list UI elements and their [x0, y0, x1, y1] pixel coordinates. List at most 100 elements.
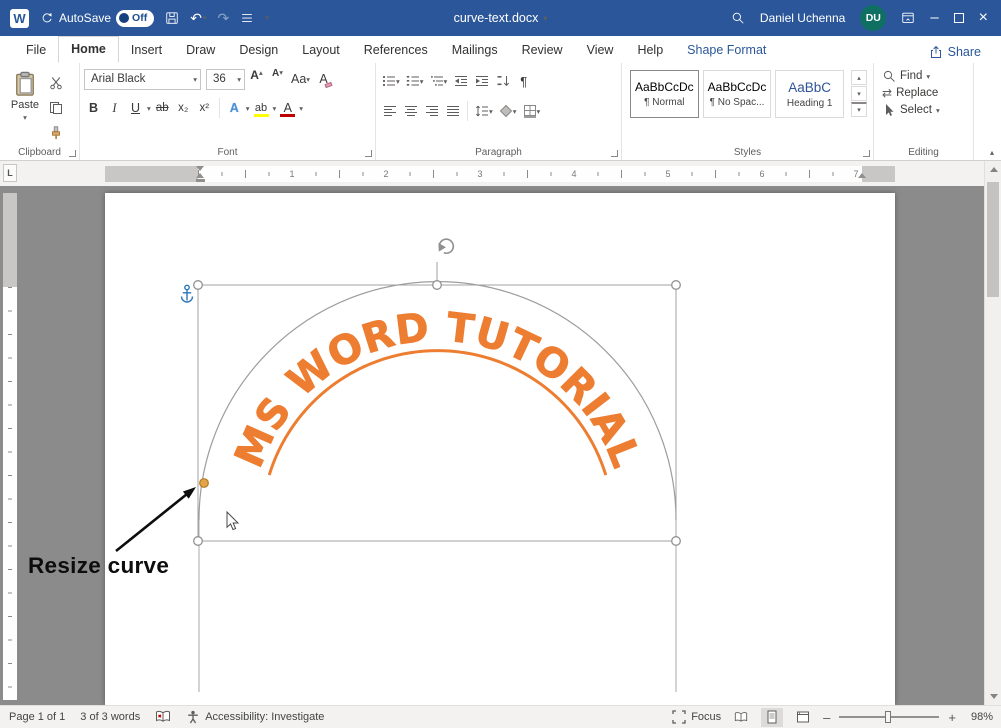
font-name-dropdown-icon[interactable]: ▾ — [193, 75, 197, 84]
paste-dropdown-icon[interactable]: ▾ — [23, 113, 27, 122]
tab-file[interactable]: File — [14, 38, 58, 63]
word-count[interactable]: 3 of 3 words — [80, 711, 140, 723]
sort-button[interactable] — [493, 70, 512, 92]
tab-design[interactable]: Design — [227, 38, 290, 63]
copy-button[interactable] — [46, 97, 65, 118]
bold-button[interactable]: B — [84, 97, 103, 119]
font-size-dropdown-icon[interactable]: ▾ — [237, 75, 241, 84]
undo-button[interactable]: ↶ ▾ — [190, 10, 206, 27]
tab-references[interactable]: References — [352, 38, 440, 63]
tab-review[interactable]: Review — [510, 38, 575, 63]
autosave-pill[interactable]: Off — [116, 10, 154, 27]
paragraph-dialog-launcher[interactable] — [611, 150, 618, 157]
zoom-level[interactable]: 98% — [965, 711, 993, 723]
font-size-combo[interactable]: 36 ▾ — [206, 69, 245, 90]
save-button[interactable] — [165, 11, 179, 25]
document-page[interactable] — [105, 193, 895, 705]
tab-layout[interactable]: Layout — [290, 38, 352, 63]
styles-dialog-launcher[interactable] — [863, 150, 870, 157]
find-button[interactable]: Find ▾ — [882, 69, 969, 83]
avatar[interactable]: DU — [860, 5, 886, 31]
paste-button[interactable]: Paste ▾ — [4, 68, 46, 144]
increase-indent-button[interactable] — [472, 70, 491, 92]
right-indent-marker[interactable] — [858, 173, 866, 178]
qat-customize-button[interactable]: ▾ — [265, 14, 269, 22]
vertical-ruler[interactable] — [3, 193, 17, 700]
font-color-button[interactable]: A — [278, 97, 297, 119]
undo-dropdown-icon[interactable]: ▾ — [203, 14, 207, 22]
tab-shape-format[interactable]: Shape Format — [675, 38, 778, 63]
search-icon[interactable] — [731, 11, 745, 25]
zoom-out-button[interactable]: – — [823, 710, 830, 725]
font-color-dropdown-icon[interactable]: ▾ — [299, 104, 303, 113]
styles-scroll-up[interactable]: ▴ — [851, 70, 867, 85]
text-effects-dropdown-icon[interactable]: ▾ — [246, 104, 250, 113]
borders-button[interactable]: ▾ — [521, 100, 543, 122]
ribbon-display-options-icon[interactable] — [901, 11, 915, 25]
shading-button[interactable]: ▾ — [497, 100, 519, 122]
clipboard-dialog-launcher[interactable] — [69, 150, 76, 157]
strikethrough-button[interactable]: ab — [153, 97, 172, 119]
style-heading1[interactable]: AaBbC Heading 1 — [775, 70, 844, 118]
document-title[interactable]: curve-text.docx ▾ — [454, 0, 548, 36]
text-effects-button[interactable]: A — [225, 97, 244, 119]
read-mode-button[interactable] — [730, 708, 752, 727]
scroll-down-button[interactable] — [985, 688, 1001, 705]
bullets-button[interactable]: ▾ — [380, 70, 402, 92]
tab-stop-selector[interactable]: L — [3, 164, 17, 182]
line-spacing-button[interactable]: ▾ — [473, 100, 495, 122]
style-normal[interactable]: AaBbCcDc ¶ Normal — [630, 70, 699, 118]
styles-gallery-more[interactable]: ▾ — [851, 102, 867, 117]
word-app-icon[interactable]: W — [10, 9, 29, 28]
zoom-slider[interactable] — [839, 716, 939, 719]
grow-font-button[interactable]: A ▴ — [247, 68, 266, 90]
accessibility-status[interactable]: Accessibility: Investigate — [186, 710, 324, 724]
print-layout-button[interactable] — [761, 708, 783, 727]
tab-draw[interactable]: Draw — [174, 38, 227, 63]
underline-dropdown-icon[interactable]: ▾ — [147, 104, 151, 113]
cut-button[interactable] — [46, 72, 65, 93]
touch-mouse-mode-button[interactable] — [240, 11, 254, 25]
zoom-in-button[interactable]: + — [948, 710, 956, 725]
left-indent-marker[interactable] — [196, 179, 205, 183]
close-button[interactable]: × — [979, 9, 988, 27]
subscript-button[interactable]: x₂ — [174, 97, 193, 119]
replace-button[interactable]: ⇄ Replace — [882, 86, 969, 100]
highlight-dropdown-icon[interactable]: ▾ — [273, 104, 277, 113]
tab-insert[interactable]: Insert — [119, 38, 174, 63]
tab-mailings[interactable]: Mailings — [440, 38, 510, 63]
font-name-combo[interactable]: Arial Black ▾ — [84, 69, 201, 90]
align-center-button[interactable] — [401, 100, 420, 122]
hanging-indent-marker[interactable] — [196, 173, 204, 178]
format-painter-button[interactable] — [46, 123, 65, 144]
page-indicator[interactable]: Page 1 of 1 — [9, 711, 65, 723]
share-button[interactable]: Share — [929, 45, 981, 59]
font-dialog-launcher[interactable] — [365, 150, 372, 157]
collapse-ribbon-button[interactable]: ▴ — [990, 148, 994, 157]
shrink-font-button[interactable]: A ▾ — [268, 68, 287, 90]
redo-button[interactable]: ↷ — [217, 10, 229, 27]
proofing-status[interactable] — [155, 710, 171, 724]
vertical-scrollbar[interactable] — [984, 161, 1001, 705]
autosave-toggle[interactable]: AutoSave Off — [40, 10, 154, 27]
zoom-slider-thumb[interactable] — [885, 711, 891, 723]
scroll-up-button[interactable] — [985, 161, 1001, 178]
focus-mode-button[interactable]: Focus — [672, 710, 721, 724]
select-button[interactable]: Select ▾ — [882, 103, 969, 117]
align-right-button[interactable] — [422, 100, 441, 122]
underline-button[interactable]: U — [126, 97, 145, 119]
decrease-indent-button[interactable] — [451, 70, 470, 92]
multilevel-list-button[interactable]: ▾ — [428, 70, 450, 92]
web-layout-button[interactable] — [792, 708, 814, 727]
superscript-button[interactable]: x² — [195, 97, 214, 119]
align-left-button[interactable] — [380, 100, 399, 122]
user-name[interactable]: Daniel Uchenna — [760, 11, 845, 25]
show-formatting-marks-button[interactable]: ¶ — [514, 70, 533, 92]
highlight-color-button[interactable]: ab — [252, 97, 271, 119]
numbering-button[interactable]: ▾ — [404, 70, 426, 92]
italic-button[interactable]: I — [105, 97, 124, 119]
style-no-spacing[interactable]: AaBbCcDc ¶ No Spac... — [703, 70, 772, 118]
tab-view[interactable]: View — [575, 38, 626, 63]
maximize-button[interactable] — [954, 13, 964, 23]
tab-home[interactable]: Home — [58, 36, 119, 63]
